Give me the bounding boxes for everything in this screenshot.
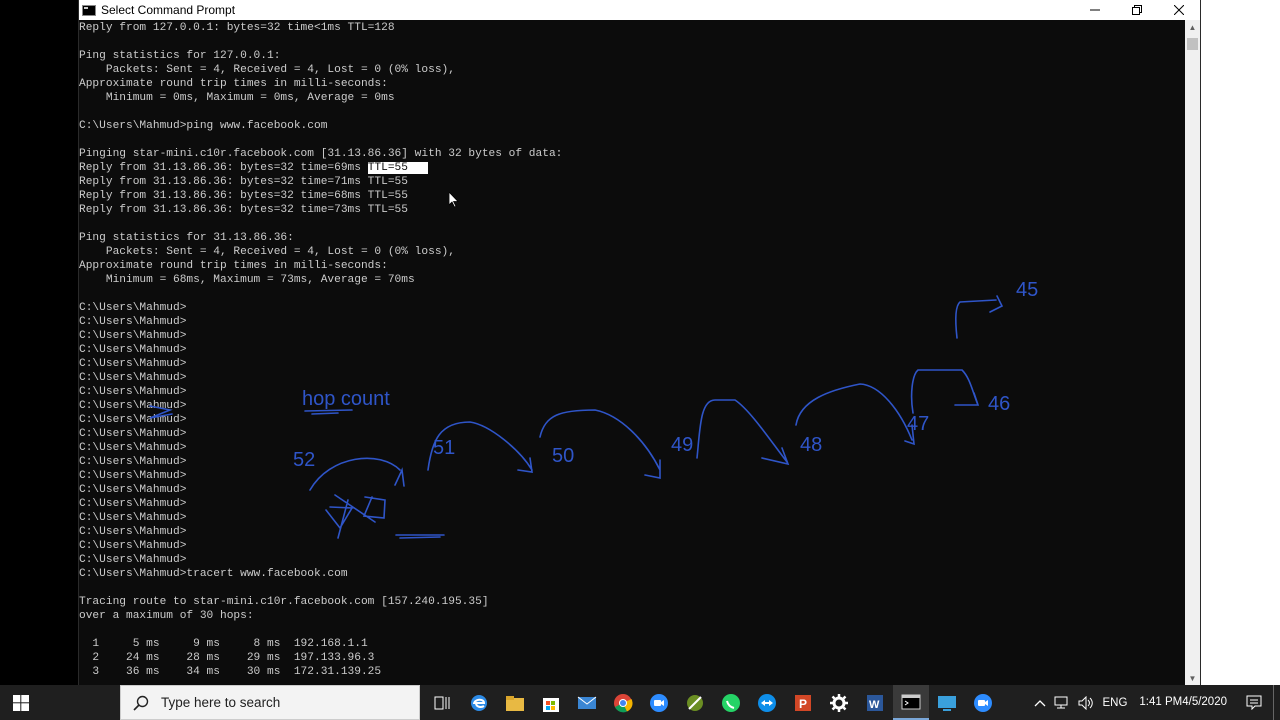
zoom-meeting-button[interactable]	[965, 685, 1001, 720]
notification-icon	[1246, 695, 1262, 710]
desktop-background	[1201, 0, 1280, 685]
start-button[interactable]	[0, 685, 42, 720]
scroll-up-arrow-icon[interactable]: ▲	[1185, 20, 1200, 34]
mail-button[interactable]	[569, 685, 605, 720]
word-button[interactable]: W	[857, 685, 893, 720]
zoom-button[interactable]	[641, 685, 677, 720]
maximize-icon	[1132, 5, 1142, 15]
sniping-tool-icon	[687, 694, 703, 711]
edge-button[interactable]	[461, 685, 497, 720]
mail-icon	[577, 696, 597, 709]
volume-icon	[1078, 695, 1094, 710]
show-hidden-icons-button[interactable]	[1030, 685, 1050, 720]
svg-text:P: P	[799, 697, 807, 711]
svg-text:W: W	[869, 699, 880, 711]
remote-desktop-button[interactable]	[929, 685, 965, 720]
close-button[interactable]	[1158, 0, 1200, 20]
close-icon	[1174, 5, 1184, 15]
network-icon	[1054, 696, 1068, 708]
zoom-meeting-icon	[974, 693, 992, 712]
selected-text: TTL=55	[367, 162, 429, 174]
task-view-button[interactable]	[425, 685, 461, 720]
edge-icon	[471, 694, 487, 711]
window-title: Select Command Prompt	[101, 3, 236, 17]
store-button[interactable]	[533, 685, 569, 720]
whatsapp-button[interactable]	[713, 685, 749, 720]
minimize-button[interactable]	[1074, 0, 1116, 20]
windows-logo-icon	[13, 694, 29, 711]
console-output[interactable]: Reply from 127.0.0.1: bytes=32 time<1ms …	[79, 21, 1187, 685]
scroll-down-arrow-icon[interactable]: ▼	[1185, 671, 1200, 685]
powerpoint-button[interactable]: P	[785, 685, 821, 720]
powerpoint-icon: P	[795, 694, 811, 711]
chrome-button[interactable]	[605, 685, 641, 720]
clock-time: 1:41 PM	[1139, 696, 1183, 708]
store-icon	[543, 697, 559, 712]
pinned-apps: P W	[425, 685, 1001, 720]
clock[interactable]: 1:41 PM 4/5/2020	[1131, 685, 1235, 720]
task-view-icon	[434, 696, 450, 709]
minimize-icon	[1090, 9, 1100, 11]
scrollbar-thumb[interactable]	[1187, 38, 1198, 50]
settings-icon	[830, 693, 848, 712]
file-explorer-button[interactable]	[497, 685, 533, 720]
snipping-tool-button[interactable]	[677, 685, 713, 720]
console-text-after: Reply from 31.13.86.36: bytes=32 time=71…	[79, 176, 489, 678]
action-center-button[interactable]	[1235, 685, 1273, 720]
teamviewer-button[interactable]	[749, 685, 785, 720]
taskbar: Type here to search P W ENG 1:41 PM 4/5/…	[0, 685, 1280, 720]
vertical-scrollbar[interactable]: ▲ ▼	[1185, 20, 1200, 685]
taskbar-search-box[interactable]: Type here to search	[120, 685, 420, 720]
word-icon: W	[867, 694, 883, 711]
volume-button[interactable]	[1074, 685, 1098, 720]
maximize-button[interactable]	[1116, 0, 1158, 20]
network-button[interactable]	[1050, 685, 1074, 720]
mouse-cursor-icon	[449, 192, 459, 208]
system-tray: ENG 1:41 PM 4/5/2020	[1030, 685, 1280, 720]
command-prompt-icon	[82, 4, 96, 16]
remote-desktop-icon	[938, 695, 956, 711]
chrome-icon	[614, 693, 633, 712]
command-prompt-taskbar-button[interactable]	[893, 685, 929, 720]
teamviewer-icon	[758, 693, 776, 712]
whatsapp-icon	[722, 693, 740, 712]
clock-date: 4/5/2020	[1182, 696, 1227, 708]
search-icon	[133, 695, 149, 711]
file-explorer-icon	[506, 695, 524, 711]
command-prompt-icon	[901, 694, 921, 709]
settings-button[interactable]	[821, 685, 857, 720]
search-placeholder: Type here to search	[161, 695, 281, 710]
console-text: Reply from 127.0.0.1: bytes=32 time<1ms …	[79, 21, 1187, 679]
input-language-button[interactable]: ENG	[1098, 685, 1131, 720]
title-bar[interactable]: Select Command Prompt	[79, 0, 1200, 20]
command-prompt-window: Select Command Prompt Reply from 127.0.0…	[78, 0, 1201, 685]
console-text-before: Reply from 127.0.0.1: bytes=32 time<1ms …	[79, 22, 563, 174]
zoom-icon	[650, 693, 668, 712]
chevron-up-icon	[1035, 699, 1046, 706]
